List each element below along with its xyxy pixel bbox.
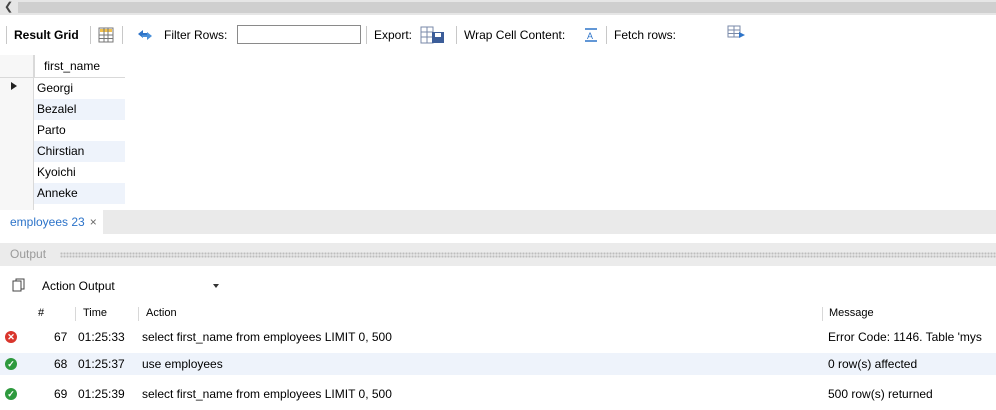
scrollbar-track[interactable]	[18, 2, 996, 13]
row-time: 01:25:39	[78, 387, 125, 401]
output-row[interactable]: ✓ 68 01:25:37 use employees 0 row(s) aff…	[0, 353, 996, 375]
output-row[interactable]: ✓ 69 01:25:39 select first_name from emp…	[0, 383, 996, 405]
header-grip[interactable]	[60, 252, 996, 258]
output-title: Output	[10, 243, 51, 266]
toolbar-separator	[606, 26, 607, 44]
row-message: 500 row(s) returned	[828, 387, 933, 401]
copy-icon[interactable]	[12, 278, 26, 295]
toolbar-separator	[456, 26, 457, 44]
grid-cell[interactable]: Kyoichi	[34, 162, 125, 183]
scroll-left-icon[interactable]: ❮	[4, 0, 13, 15]
output-type-value: Action Output	[42, 279, 115, 293]
tab-employees-23[interactable]: employees 23 ×	[0, 210, 103, 234]
result-tab-bar: employees 23 ×	[0, 210, 996, 234]
toolbar-separator	[90, 26, 91, 44]
row-message: Error Code: 1146. Table 'mys	[828, 330, 982, 344]
row-num: 68	[54, 357, 68, 371]
column-header-action[interactable]: Action	[146, 305, 177, 322]
column-header-time[interactable]: Time	[83, 305, 107, 322]
current-row-marker-icon	[11, 82, 17, 90]
error-status-icon: ✕	[5, 331, 17, 343]
tab-label: employees 23	[10, 215, 85, 229]
grid-cell[interactable]: Georgi	[34, 78, 125, 99]
export-label: Export:	[374, 28, 413, 42]
svg-text:A: A	[587, 31, 593, 41]
output-table-header: # Time Action Message	[0, 305, 996, 322]
close-tab-icon[interactable]: ×	[90, 215, 97, 229]
filter-rows-input[interactable]	[237, 25, 361, 44]
row-message: 0 row(s) affected	[828, 357, 918, 371]
grid-view-icon[interactable]	[98, 27, 114, 46]
row-num: 69	[54, 387, 68, 401]
column-header-num[interactable]: #	[38, 305, 44, 322]
result-grid-label[interactable]: Result Grid	[14, 22, 79, 48]
row-num: 67	[54, 330, 68, 344]
chevron-down-icon	[213, 284, 219, 288]
result-toolbar: Result Grid Filter Rows: Export: Wrap Ce…	[0, 22, 996, 48]
grid-cell[interactable]: Anneke	[34, 183, 125, 204]
filter-rows-label: Filter Rows:	[164, 28, 228, 42]
row-time: 01:25:33	[78, 330, 125, 344]
success-status-icon: ✓	[5, 388, 17, 400]
column-separator[interactable]	[822, 307, 823, 321]
refresh-arrows-icon[interactable]	[136, 27, 154, 46]
wrap-cell-content-label: Wrap Cell Content:	[464, 28, 566, 42]
fetch-next-rows-icon[interactable]	[727, 25, 747, 44]
fetch-rows-label: Fetch rows:	[614, 28, 677, 42]
toolbar-separator	[122, 26, 123, 44]
horizontal-scrollbar[interactable]: ❮	[0, 0, 996, 15]
grid-cell[interactable]: Parto	[34, 120, 125, 141]
row-action: select first_name from employees LIMIT 0…	[142, 387, 392, 401]
row-action: use employees	[142, 357, 223, 371]
wrap-text-icon[interactable]: A	[584, 28, 598, 45]
row-time: 01:25:37	[78, 357, 125, 371]
grid-cell[interactable]: Chirstian	[34, 141, 125, 162]
grid-cell[interactable]: Bezalel	[34, 99, 125, 120]
column-header-message[interactable]: Message	[829, 305, 874, 322]
column-header-first-name[interactable]: first_name	[34, 55, 125, 77]
row-action: select first_name from employees LIMIT 0…	[142, 330, 392, 344]
output-type-select[interactable]: Action Output	[34, 275, 226, 297]
toolbar-separator	[6, 26, 7, 44]
toolbar-separator	[366, 26, 367, 44]
export-icon[interactable]	[420, 26, 446, 47]
output-row[interactable]: ✕ 67 01:25:33 select first_name from emp…	[0, 326, 996, 348]
output-panel-header: Output	[0, 243, 996, 266]
column-separator[interactable]	[138, 307, 139, 321]
success-status-icon: ✓	[5, 358, 17, 370]
column-separator[interactable]	[75, 307, 76, 321]
row-header-column	[0, 55, 34, 210]
